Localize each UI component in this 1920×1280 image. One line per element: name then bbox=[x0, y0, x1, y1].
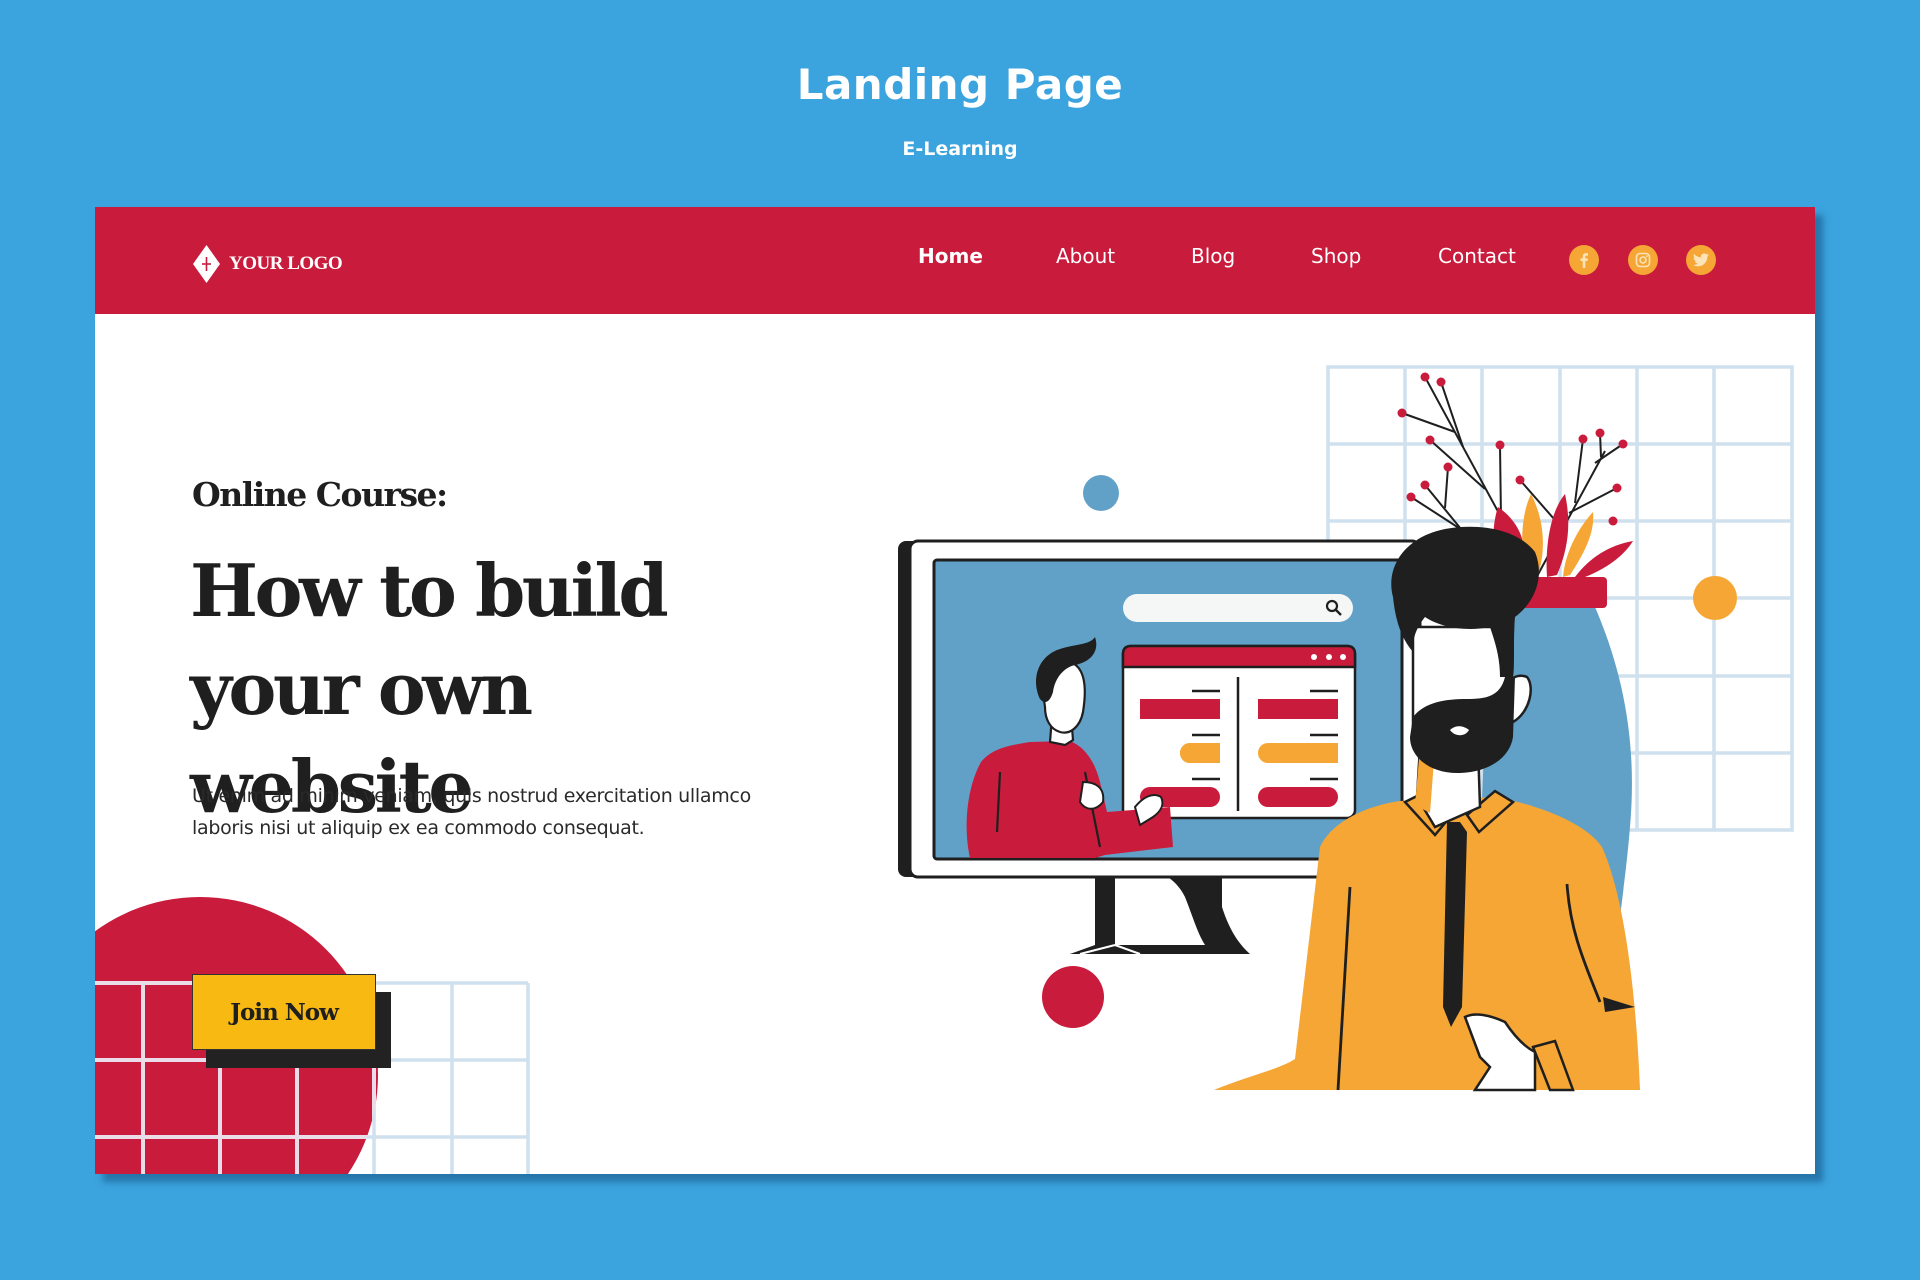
illustration-search-bar bbox=[1123, 594, 1353, 622]
showcase-title: Landing Page bbox=[796, 60, 1124, 109]
red-dot bbox=[1042, 966, 1104, 1028]
showcase-subtitle: E-Learning bbox=[902, 138, 1018, 160]
e-learning-illustration bbox=[898, 365, 1794, 1092]
landing-page-card: YOUR LOGO Home About Blog Shop Contact O… bbox=[95, 207, 1815, 1174]
plant-berries bbox=[1397, 372, 1628, 526]
blue-dot bbox=[1083, 475, 1119, 511]
orange-dot bbox=[1693, 576, 1737, 620]
